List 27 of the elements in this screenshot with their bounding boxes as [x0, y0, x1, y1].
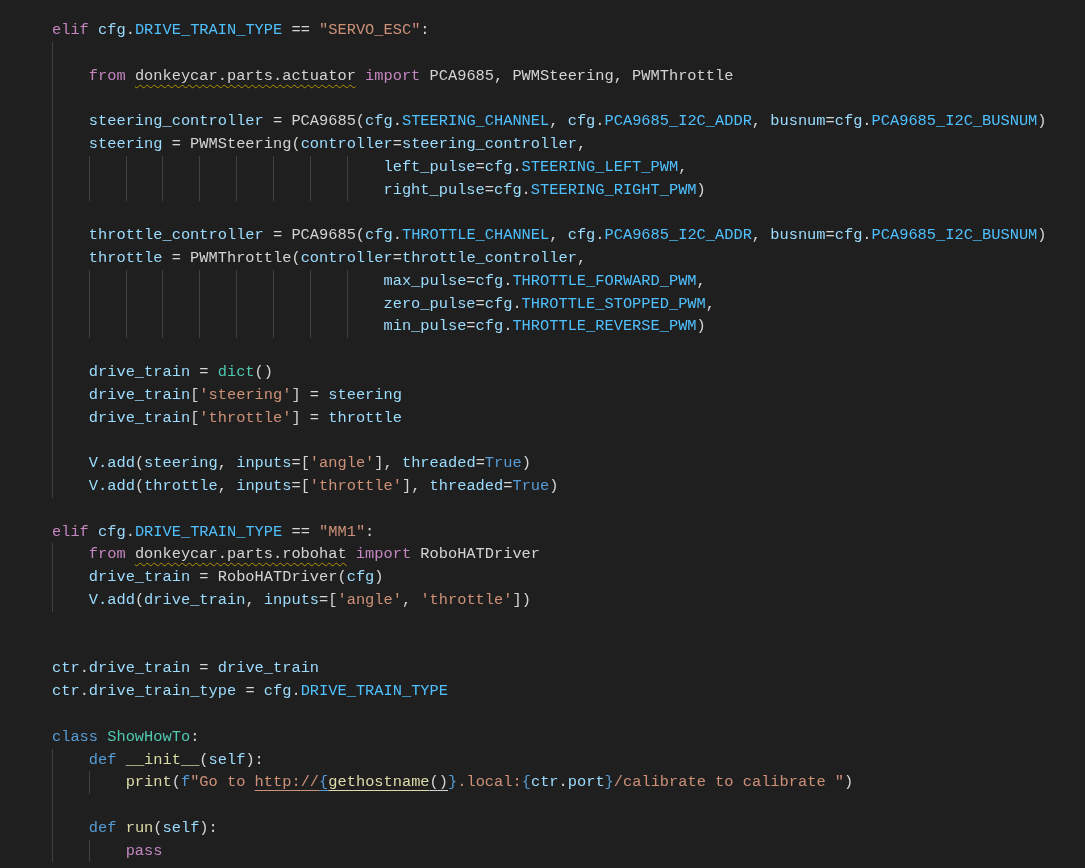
- code-line: V.add(drive_train, inputs=['angle', 'throttle']): [88, 589, 531, 611]
- code-line: min_pulse=cfg.THROTTLE_REVERSE_PWM): [383, 316, 706, 338]
- code-line: zero_pulse=cfg.THROTTLE_STOPPED_PWM,: [383, 293, 715, 315]
- code-line: class ShowHowTo:: [52, 726, 200, 748]
- code-line: drive_train = dict(): [88, 361, 273, 383]
- code-line: V.add(steering, inputs=['angle'], threaded=True): [88, 453, 531, 475]
- code-line: pass: [125, 840, 163, 862]
- code-line: from donkeycar.parts.robohat import RoboHATDriver: [88, 544, 541, 566]
- code-line: steering_controller = PCA9685(cfg.STEERING_CHANNEL, cfg.PCA9685_I2C_ADDR, busnum=cfg.PCA9685_I2C_BUSNUM): [88, 111, 1047, 133]
- code-line: elif cfg.DRIVE_TRAIN_TYPE == "MM1":: [52, 521, 375, 543]
- code-line: drive_train['throttle'] = throttle: [88, 407, 402, 429]
- code-line: def run(self):: [88, 817, 218, 839]
- code-line: throttle = PWMThrottle(controller=throttle_controller,: [88, 247, 587, 269]
- code-line: right_pulse=cfg.STEERING_RIGHT_PWM): [383, 179, 706, 201]
- code-line: throttle_controller = PCA9685(cfg.THROTTLE_CHANNEL, cfg.PCA9685_I2C_ADDR, busnum=cfg.PCA9685_I2C_BUSNUM): [88, 225, 1047, 247]
- code-line: def __init__(self):: [88, 749, 264, 771]
- code-line: left_pulse=cfg.STEERING_LEFT_PWM,: [383, 156, 688, 178]
- code-line: max_pulse=cfg.THROTTLE_FORWARD_PWM,: [383, 270, 706, 292]
- code-line: drive_train = RoboHATDriver(cfg): [88, 567, 384, 589]
- code-line: V.add(throttle, inputs=['throttle'], threaded=True): [88, 475, 559, 497]
- code-line: ctr.drive_train = drive_train: [52, 658, 320, 680]
- code-line: ctr.drive_train_type = cfg.DRIVE_TRAIN_TYPE: [52, 681, 448, 703]
- code-line: drive_train['steering'] = steering: [88, 384, 402, 406]
- code-line: elif cfg.DRIVE_TRAIN_TYPE == "SERVO_ESC":: [52, 20, 430, 41]
- code-line: print(f"Go to http://{gethostname()}.local:{ctr.port}/calibrate to calibrate "): [125, 772, 854, 794]
- code-line: steering = PWMSteering(controller=steering_controller,: [88, 134, 587, 155]
- code-line: from donkeycar.parts.actuator import PCA9685, PWMSteering, PWMThrottle: [88, 65, 734, 87]
